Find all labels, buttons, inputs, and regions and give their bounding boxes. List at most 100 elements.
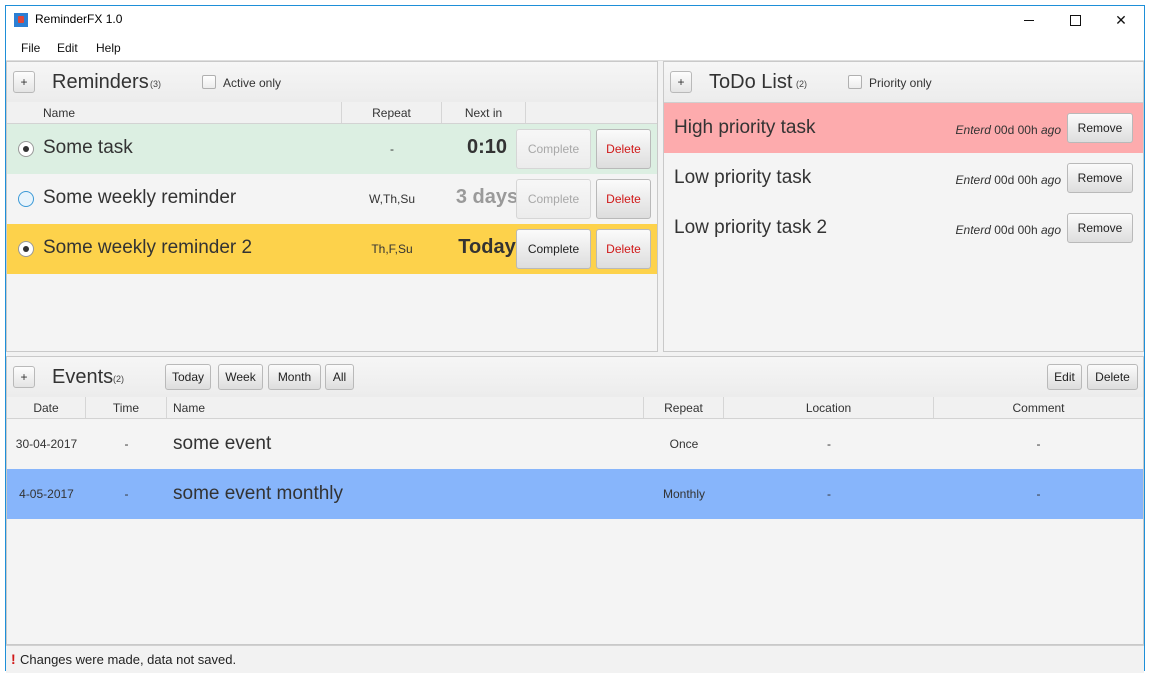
event-time: - bbox=[124, 487, 129, 501]
event-repeat: Monthly bbox=[662, 487, 706, 501]
status-bar: ! Changes were made, data not saved. bbox=[6, 645, 1144, 673]
todo-header: + ToDo List (2) Priority only bbox=[664, 62, 1143, 103]
active-only-label[interactable]: Active only bbox=[223, 76, 281, 90]
title-bar[interactable]: ReminderFX 1.0 ✕ bbox=[6, 6, 1144, 34]
event-date: 4-05-2017 bbox=[19, 487, 74, 501]
col-date[interactable]: Date bbox=[7, 397, 86, 418]
events-column-header: Date Time Name Repeat Location Comment bbox=[7, 397, 1143, 419]
col-event-name[interactable]: Name bbox=[167, 397, 644, 418]
col-comment[interactable]: Comment bbox=[934, 397, 1143, 418]
reminder-row[interactable]: Some weekly reminder W,Th,Su 3 days Complet… bbox=[7, 174, 657, 224]
events-panel: + Events (2) Today Week Month All Edit D… bbox=[6, 356, 1144, 645]
entered-prefix: Enterd bbox=[955, 223, 991, 237]
status-message: Changes were made, data not saved. bbox=[20, 652, 237, 667]
remove-todo-button[interactable]: Remove bbox=[1067, 213, 1133, 243]
todo-row[interactable]: Low priority task 2 Enterd 00d 00h ago Rem… bbox=[664, 203, 1143, 253]
todo-entered: Enterd 00d 00h ago bbox=[956, 173, 1061, 187]
warning-icon: ! bbox=[11, 651, 16, 667]
events-count: (2) bbox=[113, 374, 124, 384]
entered-time: 00d 00h bbox=[994, 173, 1038, 187]
todo-entered: Enterd 00d 00h ago bbox=[956, 123, 1061, 137]
reminder-status-radio[interactable] bbox=[18, 241, 34, 257]
app-window: ReminderFX 1.0 ✕ File Edit Help + Remind… bbox=[5, 5, 1145, 673]
entered-prefix: Enterd bbox=[955, 173, 991, 187]
menu-file[interactable]: File bbox=[21, 41, 40, 55]
col-repeat[interactable]: Repeat bbox=[342, 102, 442, 123]
entered-time: 00d 00h bbox=[994, 123, 1038, 137]
menu-help[interactable]: Help bbox=[96, 41, 121, 55]
col-time[interactable]: Time bbox=[86, 397, 167, 418]
event-comment: - bbox=[1036, 487, 1041, 501]
event-location: - bbox=[827, 487, 831, 501]
filter-month-button[interactable]: Month bbox=[268, 364, 321, 390]
complete-button[interactable]: Complete bbox=[516, 129, 591, 169]
event-date: 30-04-2017 bbox=[15, 437, 78, 451]
close-button[interactable]: ✕ bbox=[1098, 6, 1144, 34]
edit-event-button[interactable]: Edit bbox=[1047, 364, 1082, 390]
entered-suffix: ago bbox=[1040, 173, 1061, 187]
todo-name: High priority task bbox=[674, 117, 816, 138]
events-title: Events bbox=[52, 366, 114, 388]
reminder-name: Some weekly reminder bbox=[43, 187, 237, 208]
reminder-status-radio[interactable] bbox=[18, 141, 34, 157]
priority-only-label[interactable]: Priority only bbox=[869, 76, 932, 90]
col-location[interactable]: Location bbox=[724, 397, 934, 418]
delete-event-button[interactable]: Delete bbox=[1087, 364, 1138, 390]
event-row[interactable]: 4-05-2017 - some event monthly Monthly - - bbox=[7, 469, 1143, 519]
events-header: + Events (2) Today Week Month All Edit D… bbox=[7, 357, 1143, 398]
event-name: some event monthly bbox=[173, 483, 344, 504]
entered-prefix: Enterd bbox=[955, 123, 991, 137]
todo-count: (2) bbox=[796, 79, 807, 89]
reminders-panel: + Reminders (3) Active only Name Repeat … bbox=[6, 61, 658, 352]
reminders-column-header: Name Repeat Next in bbox=[7, 102, 657, 124]
minimize-button[interactable] bbox=[1006, 6, 1052, 34]
reminders-count: (3) bbox=[150, 79, 161, 89]
filter-week-button[interactable]: Week bbox=[218, 364, 263, 390]
remove-todo-button[interactable]: Remove bbox=[1067, 113, 1133, 143]
delete-reminder-button[interactable]: Delete bbox=[596, 179, 651, 219]
col-next-in[interactable]: Next in bbox=[442, 102, 526, 123]
col-event-repeat[interactable]: Repeat bbox=[644, 397, 724, 418]
event-row[interactable]: 30-04-2017 - some event Once - - bbox=[7, 419, 1143, 469]
add-event-button[interactable]: + bbox=[13, 366, 35, 388]
maximize-icon bbox=[1069, 14, 1081, 26]
menu-edit[interactable]: Edit bbox=[57, 41, 78, 55]
filter-today-button[interactable]: Today bbox=[165, 364, 211, 390]
event-name: some event bbox=[173, 433, 272, 454]
reminder-repeat: W,Th,Su bbox=[368, 192, 415, 206]
reminders-title: Reminders bbox=[52, 71, 149, 93]
window-title: ReminderFX 1.0 bbox=[35, 12, 123, 26]
reminder-name: Some task bbox=[43, 137, 133, 158]
reminder-name: Some weekly reminder 2 bbox=[43, 237, 253, 258]
minimize-icon bbox=[1024, 19, 1034, 21]
col-name[interactable]: Name bbox=[7, 102, 342, 123]
entered-time: 00d 00h bbox=[994, 223, 1038, 237]
todo-title: ToDo List bbox=[709, 71, 793, 93]
reminder-row[interactable]: Some weekly reminder 2 Th,F,Su Today Comple… bbox=[7, 224, 657, 274]
reminders-header: + Reminders (3) Active only bbox=[7, 62, 657, 103]
menu-bar: File Edit Help bbox=[6, 34, 1144, 61]
reminder-row[interactable]: Some task -0:10 Complete Delete bbox=[7, 124, 657, 174]
reminder-repeat: Th,F,Su bbox=[371, 242, 413, 256]
filter-all-button[interactable]: All bbox=[325, 364, 354, 390]
delete-reminder-button[interactable]: Delete bbox=[596, 129, 651, 169]
todo-row[interactable]: Low priority task Enterd 00d 00h ago Remov… bbox=[664, 153, 1143, 203]
todo-row[interactable]: High priority task Enterd 00d 00h ago Remo… bbox=[664, 103, 1143, 153]
add-todo-button[interactable]: + bbox=[670, 71, 692, 93]
todo-panel: + ToDo List (2) Priority only High prior… bbox=[663, 61, 1144, 352]
maximize-button[interactable] bbox=[1052, 6, 1098, 34]
todo-name: Low priority task bbox=[674, 167, 812, 188]
active-only-checkbox[interactable] bbox=[202, 75, 216, 89]
close-icon: ✕ bbox=[1115, 11, 1127, 28]
remove-todo-button[interactable]: Remove bbox=[1067, 163, 1133, 193]
complete-button[interactable]: Complete bbox=[516, 179, 591, 219]
todo-entered: Enterd 00d 00h ago bbox=[956, 223, 1061, 237]
priority-only-checkbox[interactable] bbox=[848, 75, 862, 89]
delete-reminder-button[interactable]: Delete bbox=[596, 229, 651, 269]
todo-name: Low priority task 2 bbox=[674, 217, 828, 238]
entered-suffix: ago bbox=[1040, 223, 1061, 237]
reminder-status-radio[interactable] bbox=[18, 191, 34, 207]
complete-button[interactable]: Complete bbox=[516, 229, 591, 269]
event-time: - bbox=[124, 437, 129, 451]
add-reminder-button[interactable]: + bbox=[13, 71, 35, 93]
